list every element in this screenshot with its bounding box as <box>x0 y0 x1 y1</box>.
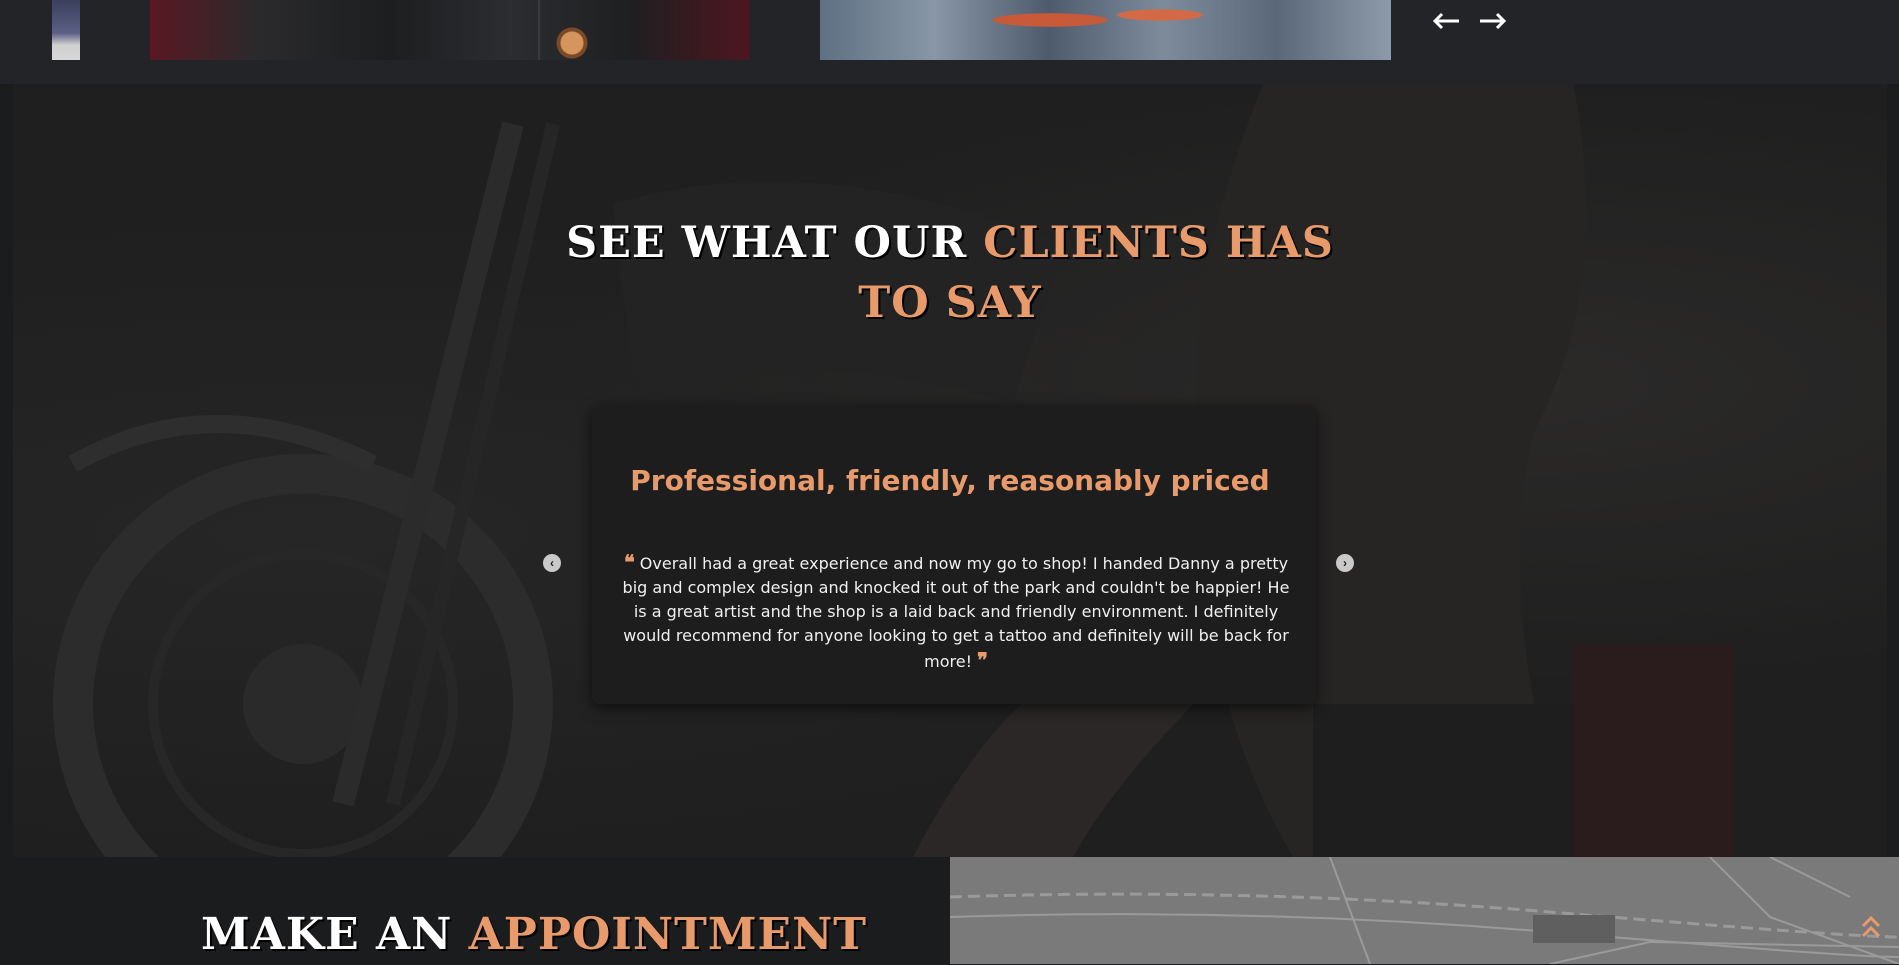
quote-text: Overall had a great experience and now m… <box>622 554 1290 671</box>
appointment-title: MAKE AN APPOINTMENT <box>201 905 867 965</box>
scroll-to-top-button[interactable] <box>1860 914 1882 940</box>
gallery-prev-button[interactable] <box>1432 8 1462 34</box>
map-streets <box>950 857 1899 964</box>
arrow-right-icon <box>1480 12 1507 30</box>
map-building <box>1533 915 1615 943</box>
appointment-title-accent: APPOINTMENT <box>468 909 868 960</box>
appointment-title-white: MAKE AN <box>201 909 453 960</box>
chevron-left-icon: ‹ <box>550 556 554 570</box>
gallery-next-button[interactable] <box>1477 8 1507 34</box>
testimonials-section: SEE WHAT OUR CLIENTS HAS TO SAY Professi… <box>13 84 1887 857</box>
jacket-seam <box>538 0 540 60</box>
gallery-image-partial[interactable] <box>52 0 80 60</box>
location-map[interactable] <box>950 857 1899 964</box>
testimonial-quote: ❝ Overall had a great experience and now… <box>615 550 1297 674</box>
gallery-image-jacket[interactable] <box>150 0 750 60</box>
chevron-right-icon: › <box>1343 556 1347 570</box>
double-chevron-up-icon <box>1861 915 1881 938</box>
gallery-strip <box>0 0 1899 84</box>
testimonial-next-button[interactable]: › <box>1336 554 1354 572</box>
testimonial-prev-button[interactable]: ‹ <box>543 554 561 572</box>
arrow-left-icon <box>1432 12 1459 30</box>
title-white: SEE WHAT OUR <box>566 218 968 268</box>
testimonial-title: Professional, friendly, reasonably price… <box>630 464 1270 497</box>
gallery-image-tattoo[interactable] <box>820 0 1391 60</box>
title-accent-1: CLIENTS HAS <box>983 218 1334 268</box>
open-quote-icon: ❝ <box>623 550 635 574</box>
close-quote-icon: ❞ <box>977 648 988 672</box>
section-title-line-2: TO SAY <box>858 278 1042 328</box>
section-title-line-1: SEE WHAT OUR CLIENTS HAS <box>13 213 1887 273</box>
